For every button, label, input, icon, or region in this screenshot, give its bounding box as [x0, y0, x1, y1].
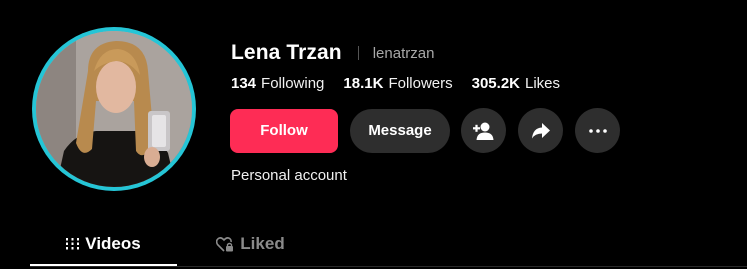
account-type-label: Personal account: [231, 167, 347, 184]
stat-followers[interactable]: 18.1K Followers: [343, 75, 452, 92]
name-divider: [357, 46, 359, 60]
tabs-divider: [30, 266, 747, 267]
more-options-button[interactable]: [575, 108, 620, 153]
tab-label: Videos: [85, 234, 141, 253]
tab-videos[interactable]: Videos: [30, 226, 177, 266]
stat-value: 134: [231, 75, 257, 92]
share-icon: [531, 122, 551, 140]
profile-avatar[interactable]: [32, 27, 196, 191]
stat-label: Following: [261, 75, 325, 92]
stat-following[interactable]: 134 Following: [231, 75, 324, 92]
follow-button[interactable]: Follow: [230, 108, 338, 153]
stat-label: Likes: [525, 75, 561, 92]
actions-row: Follow Message: [230, 108, 632, 153]
more-icon: [588, 128, 607, 133]
message-button[interactable]: Message: [350, 108, 450, 153]
grid-icon: [66, 238, 80, 250]
username: lenatrzan: [372, 44, 435, 62]
add-friend-button[interactable]: [461, 108, 506, 153]
name-row: Lena Trzan lenatrzan: [231, 41, 434, 65]
stat-likes: 305.2K Likes: [472, 75, 560, 92]
display-name: Lena Trzan: [231, 41, 342, 64]
tab-liked[interactable]: Liked: [177, 226, 324, 262]
add-friend-icon: [472, 121, 495, 141]
tab-label: Liked: [240, 234, 285, 253]
stat-value: 18.1K: [343, 75, 384, 92]
profile-tabs: Videos Liked: [30, 226, 324, 266]
stat-value: 305.2K: [471, 75, 520, 92]
share-button[interactable]: [518, 108, 563, 153]
stats-row: 134 Following 18.1K Followers 305.2K Lik…: [231, 75, 579, 92]
avatar-photo: [36, 31, 192, 187]
stat-label: Followers: [388, 75, 453, 92]
heart-lock-icon: [216, 236, 234, 252]
